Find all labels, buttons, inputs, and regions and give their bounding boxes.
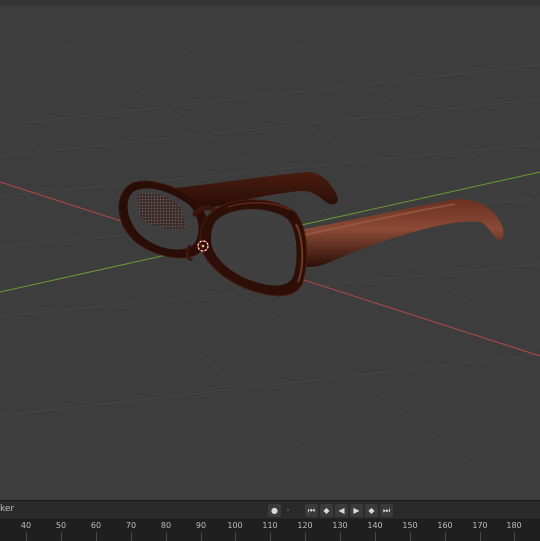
glasses-model [118, 171, 504, 297]
ruler-tick-label: 130 [332, 521, 348, 530]
play-icon[interactable]: ▶ [350, 503, 363, 517]
jump-end-icon[interactable]: ⏭ [380, 503, 393, 517]
ruler-tick-label: 60 [90, 521, 102, 530]
timeline-header: ker ● · ⏮ ◆ ◀ ▶ ◆ ⏭ [0, 501, 540, 520]
ruler-tick-label: 50 [55, 521, 67, 530]
ruler-tick-label: 170 [472, 521, 488, 530]
ruler-tick-label: 180 [506, 521, 522, 530]
timeline-editor: ker ● · ⏮ ◆ ◀ ▶ ◆ ⏭ 40 50 60 70 80 90 10… [0, 500, 540, 541]
prev-keyframe-icon[interactable]: ◆ [320, 503, 333, 517]
ruler-tick-label: 110 [262, 521, 278, 530]
ruler-tick-label: 70 [125, 521, 137, 530]
ruler-tick-label: 120 [297, 521, 313, 530]
3d-viewport[interactable] [0, 0, 540, 500]
ruler-tick-label: 40 [20, 521, 32, 530]
marker-menu[interactable]: ker [0, 504, 14, 514]
jump-start-icon[interactable]: ⏮ [305, 503, 318, 517]
frame-ruler[interactable]: 40 50 60 70 80 90 100 110 120 130 140 15… [0, 520, 540, 541]
ruler-tick-label: 150 [402, 521, 418, 530]
playback-controls: ● · ⏮ ◆ ◀ ▶ ◆ ⏭ [268, 503, 393, 517]
ruler-tick-label: 100 [227, 521, 243, 530]
ruler-tick-label: 90 [195, 521, 207, 530]
ruler-tick-label: 160 [437, 521, 453, 530]
viewport-canvas [0, 19, 540, 500]
record-icon[interactable]: ● [268, 503, 281, 517]
auto-key-icon[interactable]: · [283, 504, 293, 517]
next-keyframe-icon[interactable]: ◆ [365, 503, 378, 517]
play-reverse-icon[interactable]: ◀ [335, 503, 348, 517]
ruler-tick-label: 80 [160, 521, 172, 530]
ruler-tick-label: 140 [367, 521, 383, 530]
